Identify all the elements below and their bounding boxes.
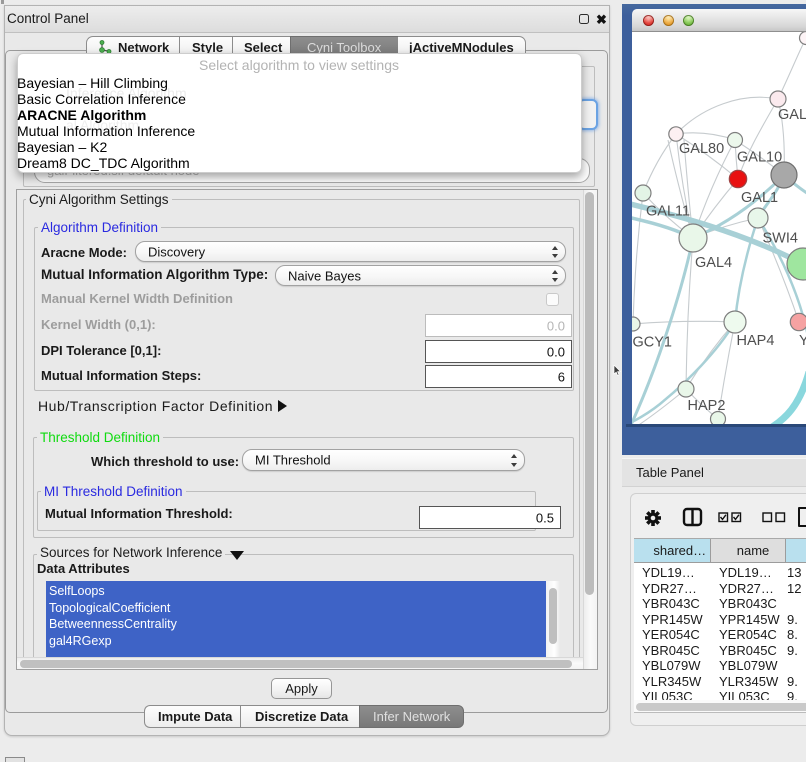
svg-text:GAL11: GAL11: [646, 204, 690, 220]
svg-text:HAP4: HAP4: [737, 333, 775, 349]
svg-text:GAL7: GAL7: [778, 107, 806, 123]
svg-text:SWI4: SWI4: [763, 231, 798, 247]
svg-text:HAP2: HAP2: [688, 398, 726, 414]
svg-text:GAL1: GAL1: [741, 190, 778, 206]
svg-text:GAL10: GAL10: [737, 150, 782, 166]
svg-text:GAL80: GAL80: [679, 141, 724, 157]
svg-text:YJ: YJ: [799, 333, 806, 349]
svg-text:GAL4: GAL4: [695, 255, 732, 271]
svg-text:GCY1: GCY1: [633, 335, 673, 351]
